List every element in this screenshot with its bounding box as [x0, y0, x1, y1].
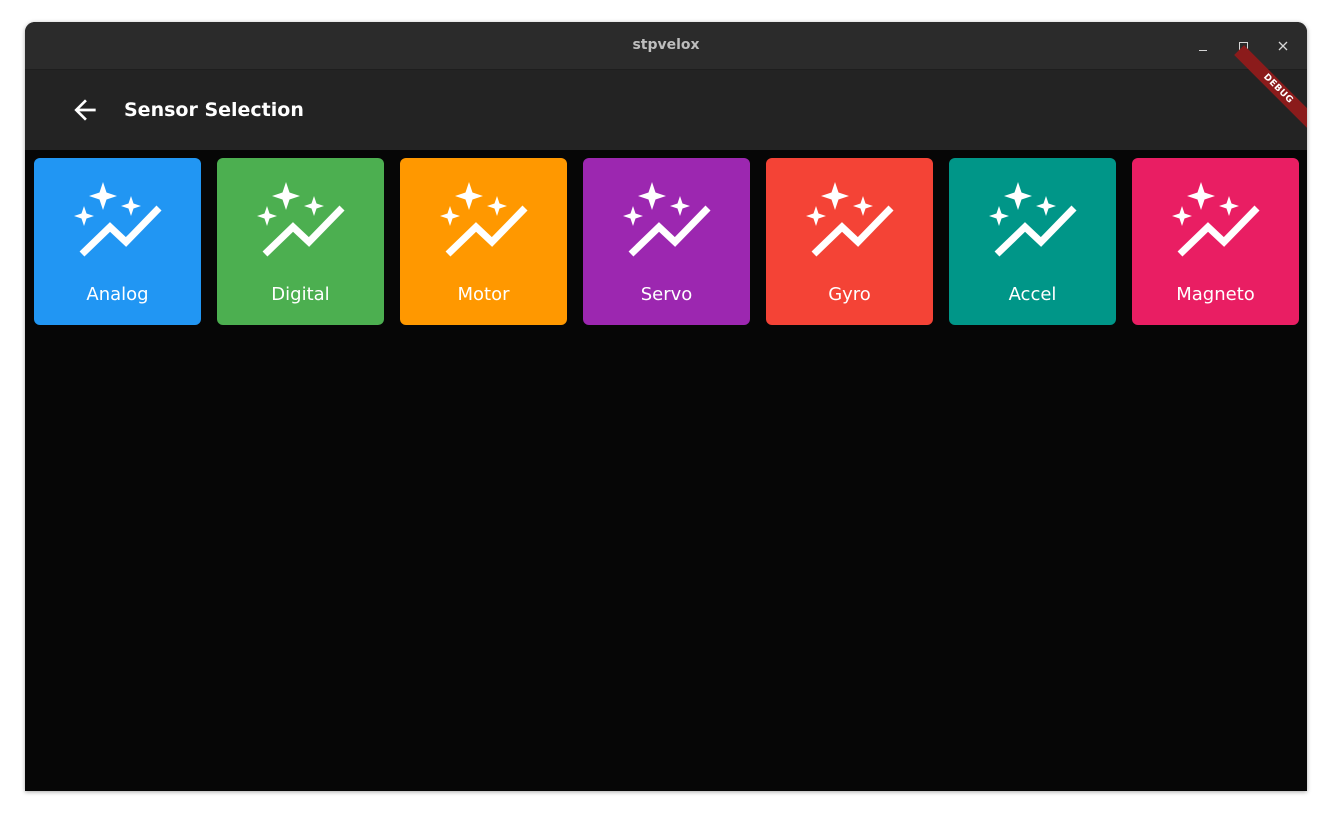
app-bar: Sensor Selection DEBUG	[25, 45, 1307, 150]
auto-graph-icon	[619, 180, 715, 260]
sensor-card-motor[interactable]: Motor	[400, 158, 567, 325]
auto-graph-icon	[70, 180, 166, 260]
sensor-card-label: Motor	[457, 284, 510, 305]
arrow-back-icon	[74, 99, 96, 121]
auto-graph-icon	[985, 180, 1081, 260]
close-icon	[1278, 41, 1288, 51]
sensor-card-gyro[interactable]: Gyro	[766, 158, 933, 325]
sensor-card-digital[interactable]: Digital	[217, 158, 384, 325]
auto-graph-icon	[802, 180, 898, 260]
sensor-card-label: Analog	[86, 284, 149, 305]
window-titlebar[interactable]: stpvelox	[25, 22, 1307, 70]
sensor-card-accel[interactable]: Accel	[949, 158, 1116, 325]
auto-graph-icon	[253, 180, 349, 260]
sensor-card-servo[interactable]: Servo	[583, 158, 750, 325]
auto-graph-icon	[1168, 180, 1264, 260]
minimize-button[interactable]	[1191, 34, 1215, 58]
window-title: stpvelox	[632, 37, 700, 53]
sensor-grid: Analog Digital Motor Servo Gyro Accel Ma…	[34, 158, 1299, 325]
sensor-card-analog[interactable]: Analog	[34, 158, 201, 325]
sensor-card-label: Servo	[640, 284, 693, 305]
page-title: Sensor Selection	[124, 99, 304, 121]
sensor-card-label: Accel	[1008, 284, 1057, 305]
sensor-card-label: Magneto	[1176, 284, 1255, 305]
minimize-icon	[1199, 49, 1207, 51]
sensor-card-magneto[interactable]: Magneto	[1132, 158, 1299, 325]
sensor-card-label: Digital	[271, 284, 330, 305]
app-window: stpvelox Sensor Selection DEBUG Analog D…	[25, 22, 1307, 791]
back-button[interactable]	[65, 90, 105, 130]
sensor-card-label: Gyro	[828, 284, 871, 305]
close-button[interactable]	[1271, 34, 1295, 58]
auto-graph-icon	[436, 180, 532, 260]
